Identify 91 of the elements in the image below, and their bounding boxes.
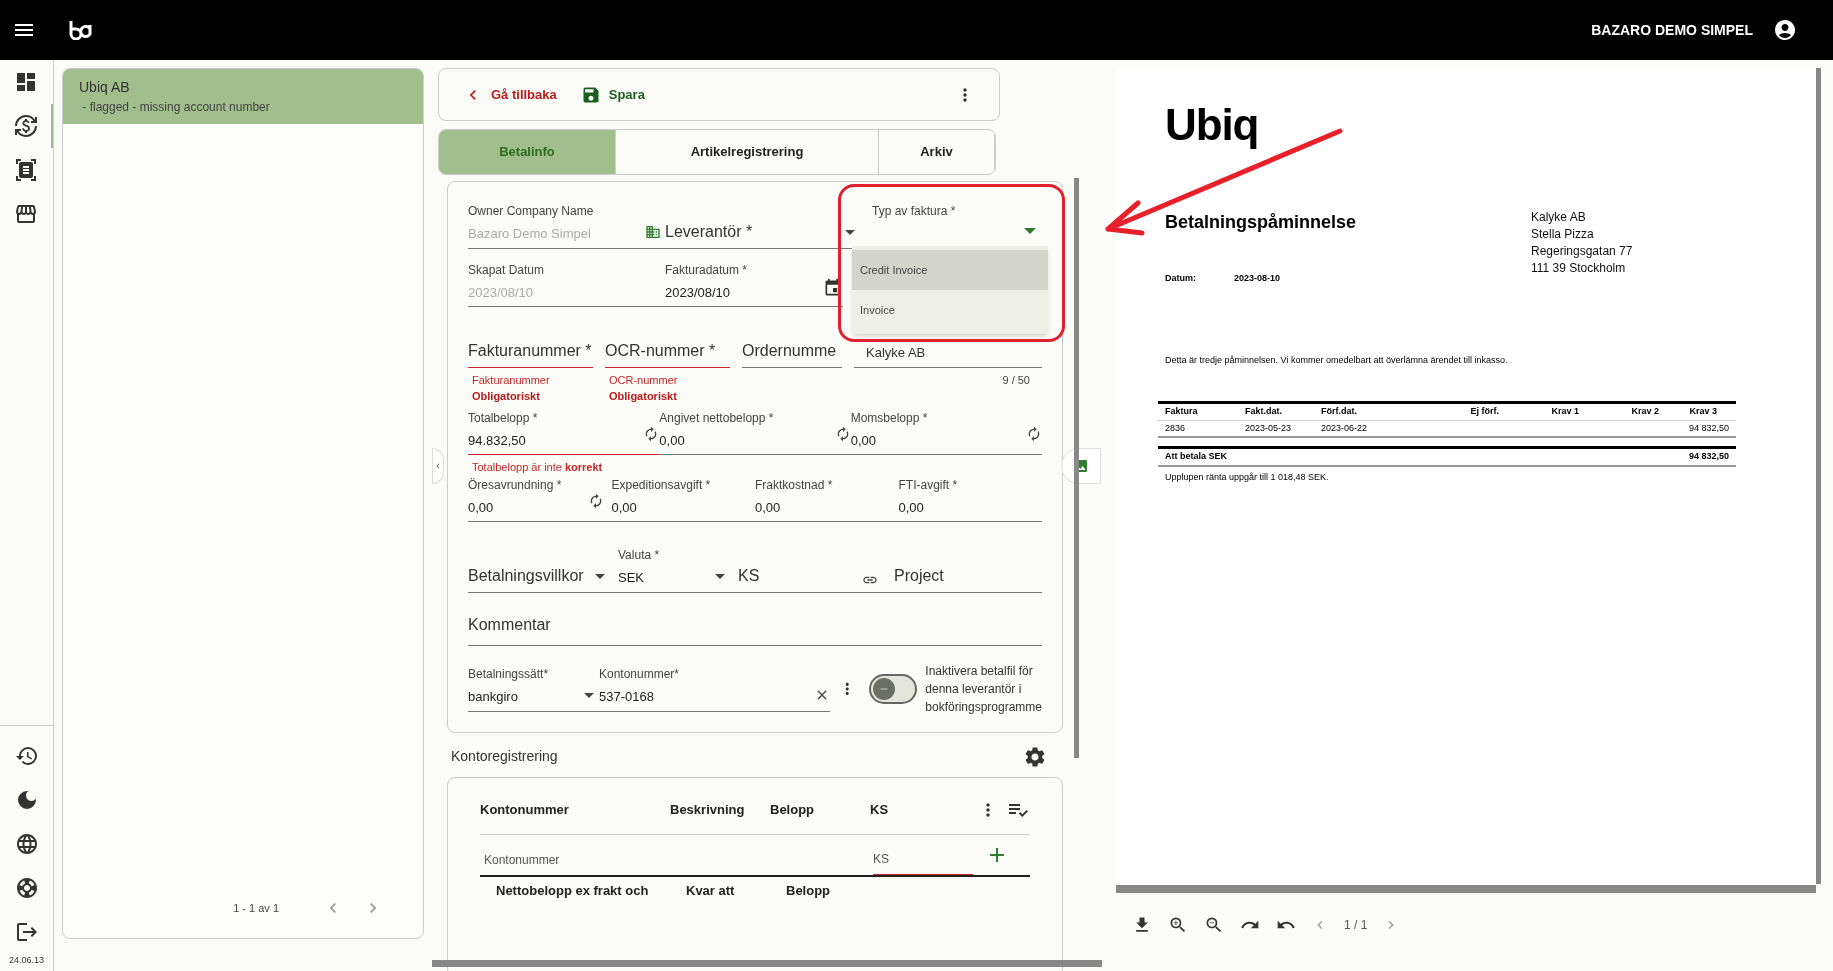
invoice-number-field[interactable]: OCR-nummer * [605, 331, 730, 368]
interest-note: Upplupen ränta uppgår till 1 018,48 SEK. [1164, 470, 1330, 484]
fee-field[interactable]: Öresavrundning * 0,00 [468, 475, 612, 522]
invoice-number-field[interactable]: Ordernumme [742, 331, 842, 368]
field-error: Fakturanummer [472, 372, 551, 388]
toggle-switch[interactable] [868, 673, 918, 704]
currency-exchange-icon[interactable] [13, 114, 38, 138]
version-label: 24.06.13 [8, 953, 44, 967]
dropdown-arrow-icon [845, 229, 855, 235]
field-error: OCR-nummer [609, 372, 679, 388]
date-value: 2023-08-10 [1234, 272, 1281, 285]
payment-terms-select[interactable]: Betalningsvillkor [468, 546, 618, 593]
back-button[interactable]: Gå tillbaka [463, 84, 557, 105]
date-label: Datum: [1165, 272, 1196, 285]
field-error: Obligatoriskt [472, 389, 541, 404]
table-header: Faktura [1165, 405, 1199, 418]
character-counter: 9 / 50 [1001, 372, 1031, 388]
account-icon[interactable] [1773, 18, 1797, 42]
table-cell-text: 2023-05-23 [1245, 421, 1293, 435]
amount-error: Totalbelopp är inte korrekt [471, 460, 604, 475]
currency-select[interactable]: Valuta * SEK [618, 546, 730, 593]
dropdown-arrow-icon [584, 692, 594, 698]
address-line: 111 39 Stockholm [1531, 260, 1627, 277]
toggle-label: Inaktivera betalfil för denna leverantör i bokföringsprogramme [925, 662, 1042, 716]
invoice-date-field[interactable]: Fakturadatum * 2023/08/10 [665, 260, 843, 307]
column-header: Belopp [770, 800, 816, 819]
comment-field[interactable]: Kommentar [468, 612, 1042, 646]
table-cell-text: 94 832,50 [1687, 421, 1729, 435]
pagination-label: 1 - 1 av 1 [233, 900, 279, 916]
account-input[interactable]: Kontonummer [480, 846, 873, 875]
tab[interactable]: Artikelregistrering [616, 130, 879, 174]
vertical-scrollbar[interactable] [1074, 178, 1079, 758]
column-header: KS [870, 800, 890, 819]
column-header: Nettobelopp ex frakt och [496, 881, 650, 900]
total-value: 94 832,50 [1688, 450, 1729, 463]
save-button[interactable]: Spara [580, 84, 645, 105]
zoom-out-icon[interactable] [1204, 915, 1224, 935]
horizontal-scrollbar[interactable] [1116, 885, 1816, 893]
dropdown-arrow-icon [595, 573, 605, 579]
list-item[interactable]: Ubiq AB - flagged - missing account number [63, 69, 423, 124]
table-cell-text: 2836 [1165, 421, 1187, 435]
horizontal-scrollbar[interactable] [432, 960, 1102, 967]
address-line: Regeringsgatan 77 [1531, 243, 1634, 260]
table-header: Förf.dat. [1321, 405, 1358, 418]
document-scan-icon[interactable] [13, 158, 38, 182]
document-title: Betalningspåminnelse [1165, 211, 1358, 234]
column-header: Beskrivning [670, 800, 746, 819]
address-line: Kalyke AB [1531, 209, 1587, 226]
amount-field[interactable]: Momsbelopp * 0,00 [850, 408, 1042, 455]
storefront-icon[interactable] [13, 202, 38, 226]
page-indicator: 1 / 1 [1344, 917, 1368, 934]
dropdown-arrow-icon [715, 573, 725, 579]
dropdown-option[interactable]: Credit Invoice [852, 250, 1048, 290]
address-line: Stella Pizza [1531, 226, 1595, 243]
table-header: Krav 2 [1630, 405, 1660, 418]
table-header: Krav 3 [1688, 405, 1718, 418]
payment-method-select[interactable]: Betalningssätt* bankgiro [468, 665, 599, 712]
vertical-scrollbar[interactable] [1816, 68, 1821, 884]
column-header: Kvar att [686, 881, 736, 900]
fee-field[interactable]: Expeditionsavgift * 0,00 [611, 475, 755, 522]
tab[interactable]: Arkiv [879, 130, 995, 174]
amount-field[interactable]: Angivet nettobelopp * 0,00 [659, 408, 851, 455]
image-toggle-button[interactable] [1061, 448, 1101, 484]
document-logo: Ubiq [1165, 103, 1260, 147]
section-title: Kontoregistrering [451, 747, 558, 766]
dropdown-option[interactable]: Invoice [852, 290, 1048, 330]
table-header: Krav 1 [1550, 405, 1580, 418]
table-header: Fakt.dat. [1245, 405, 1283, 418]
refresh-icon[interactable] [1026, 426, 1042, 442]
table-cell-text: 2023-06-22 [1321, 421, 1369, 435]
column-header: Belopp [786, 881, 832, 900]
invoice-number-field[interactable]: Fakturanummer * [468, 331, 593, 368]
column-header: Kontonummer [480, 800, 570, 819]
ks-input[interactable]: KS [873, 845, 973, 875]
field-error: Obligatoriskt [609, 389, 678, 404]
settings-icon[interactable] [1023, 744, 1047, 769]
company-icon [645, 223, 661, 240]
globe-icon[interactable] [14, 831, 39, 856]
table-header: Ej förf. [1469, 405, 1500, 418]
document-message: Detta är tredje påminnelsen. Vi kommer omedelbart att överlämna ärendet till inkasso. [1165, 353, 1509, 367]
project-field[interactable]: Project [886, 546, 1042, 593]
zoom-in-icon[interactable] [1168, 915, 1188, 935]
total-label: Att betala SEK [1165, 450, 1227, 463]
ks-field[interactable]: KS [730, 546, 886, 593]
fee-field[interactable]: FTI-avgift * 0,00 [898, 475, 1042, 522]
amount-field[interactable]: Totalbelopp * 94.832,50 [468, 408, 660, 455]
lifebuoy-icon[interactable] [14, 875, 39, 900]
dropdown-arrow-icon [1024, 227, 1036, 234]
account-number-field[interactable]: Kontonummer* 537-0168 [599, 665, 831, 712]
fee-field[interactable]: Fraktkostnad * 0,00 [755, 475, 899, 522]
account-name: BAZARO DEMO SIMPEL [1591, 20, 1753, 40]
